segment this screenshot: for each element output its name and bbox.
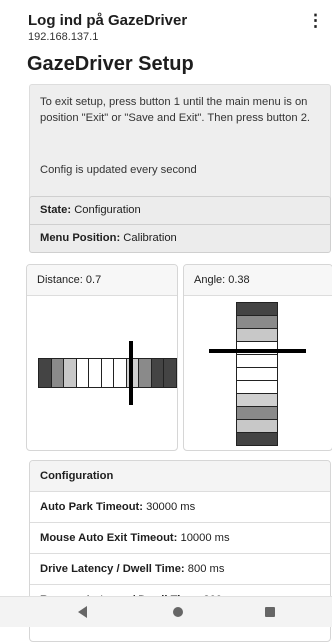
distance-marker — [129, 341, 133, 405]
distance-segment — [63, 358, 77, 388]
angle-segment — [236, 315, 278, 329]
state-row: State: Configuration — [30, 197, 330, 225]
page-title: GazeDriver Setup — [27, 53, 194, 75]
info-panel: To exit setup, press button 1 until the … — [29, 84, 331, 206]
angle-segment — [236, 328, 278, 342]
config-value: 10000 ms — [177, 532, 230, 544]
state-value: Configuration — [74, 204, 141, 216]
status-panel: State: Configuration Menu Position: Cali… — [29, 196, 331, 253]
system-nav-bar — [0, 596, 332, 627]
distance-segment — [88, 358, 102, 388]
exit-instructions: To exit setup, press button 1 until the … — [40, 96, 311, 124]
back-icon[interactable] — [78, 606, 87, 618]
menu-position-value: Calibration — [123, 232, 177, 244]
window-title: Log ind på GazeDriver — [28, 12, 188, 29]
config-label: Mouse Auto Exit Timeout: — [40, 532, 178, 544]
angle-segment — [236, 367, 278, 381]
angle-segment — [236, 406, 278, 420]
host-address: 192.168.137.1 — [28, 31, 99, 43]
distance-segment — [100, 358, 114, 388]
angle-segment — [236, 419, 278, 433]
distance-segment — [113, 358, 127, 388]
menu-position-row: Menu Position: Calibration — [30, 225, 330, 252]
menu-position-label: Menu Position: — [40, 232, 121, 244]
distance-segment — [138, 358, 152, 388]
angle-segment — [236, 354, 278, 368]
angle-marker — [209, 349, 306, 353]
distance-segment — [163, 358, 177, 388]
angle-gauge — [236, 302, 278, 446]
distance-segment — [38, 358, 52, 388]
angle-card: Angle: 0.38 — [183, 264, 332, 451]
config-value: 800 ms — [184, 563, 225, 575]
config-row: Auto Park Timeout: 30000 ms — [30, 492, 330, 523]
angle-segment — [236, 432, 278, 446]
distance-segment — [150, 358, 164, 388]
angle-segment — [236, 393, 278, 407]
overflow-menu-icon[interactable]: ⋮ — [307, 12, 324, 29]
config-row: Mouse Auto Exit Timeout: 10000 ms — [30, 523, 330, 554]
distance-label: Distance: 0.7 — [27, 265, 177, 296]
config-value: 30000 ms — [142, 501, 196, 513]
distance-gauge — [38, 358, 177, 388]
configuration-header: Configuration — [30, 461, 330, 492]
angle-segment — [236, 380, 278, 394]
distance-segment — [50, 358, 64, 388]
update-note: Config is updated every second — [40, 164, 197, 176]
distance-card: Distance: 0.7 — [26, 264, 178, 451]
distance-segment — [75, 358, 89, 388]
config-label: Auto Park Timeout: — [40, 501, 143, 513]
angle-segment — [236, 302, 278, 316]
app-bar: Log ind på GazeDriver 192.168.137.1 ⋮ — [0, 0, 332, 48]
recents-icon[interactable] — [265, 607, 275, 617]
config-row: Drive Latency / Dwell Time: 800 ms — [30, 554, 330, 585]
angle-label: Angle: 0.38 — [184, 265, 332, 296]
home-icon[interactable] — [173, 607, 183, 617]
state-label: State: — [40, 204, 72, 216]
config-label: Drive Latency / Dwell Time: — [40, 563, 185, 575]
